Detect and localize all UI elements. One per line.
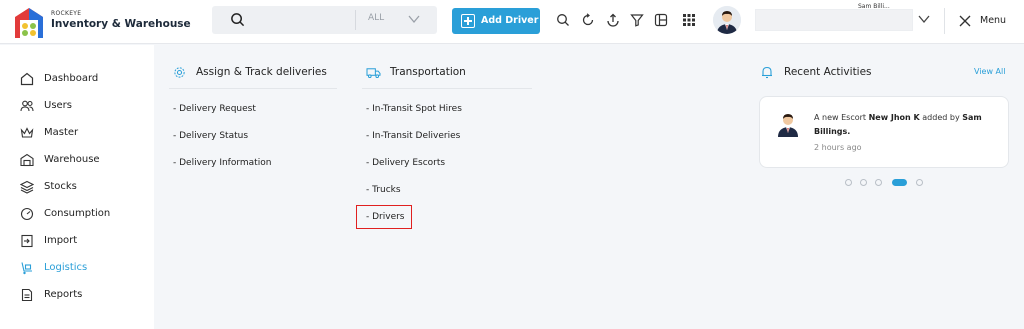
bell-icon bbox=[762, 66, 772, 79]
toolbar-divider bbox=[944, 8, 945, 34]
sidebar-item-label: Import bbox=[44, 235, 78, 246]
section-divider bbox=[169, 88, 337, 89]
sidebar-item-master[interactable]: Master bbox=[20, 124, 145, 142]
brand-product: Inventory & Warehouse bbox=[51, 18, 191, 30]
activity-text-middle: added by bbox=[919, 113, 963, 122]
warehouse-icon bbox=[20, 153, 34, 167]
add-driver-label: Add Driver bbox=[481, 15, 539, 26]
filter-icon[interactable] bbox=[630, 13, 644, 27]
grid-icon[interactable] bbox=[682, 13, 696, 27]
menu-link-delivery-information[interactable]: - Delivery Information bbox=[173, 158, 271, 168]
pager-dot[interactable] bbox=[916, 179, 923, 186]
pager-dot[interactable] bbox=[875, 179, 882, 186]
sidebar-item-label: Reports bbox=[44, 289, 83, 300]
sidebar-item-label: Master bbox=[44, 127, 79, 138]
pager-dot-active[interactable] bbox=[892, 179, 907, 186]
add-driver-button[interactable]: Add Driver bbox=[452, 8, 540, 34]
sidebar-item-consumption[interactable]: Consumption bbox=[20, 205, 145, 223]
section-divider bbox=[362, 88, 532, 89]
upload-icon[interactable] bbox=[606, 13, 620, 27]
sidebar-item-reports[interactable]: Reports bbox=[20, 286, 145, 304]
search-bar: ALL bbox=[212, 6, 437, 34]
rockeye-logo[interactable] bbox=[12, 5, 46, 39]
menu-link-in-transit-deliveries[interactable]: - In-Transit Deliveries bbox=[366, 131, 460, 141]
gauge-icon bbox=[20, 207, 34, 221]
activity-subject: New Jhon K bbox=[868, 113, 920, 122]
sidebar-item-label: Stocks bbox=[44, 181, 77, 192]
chevron-down-icon[interactable] bbox=[918, 14, 930, 24]
drivers-highlight-box bbox=[356, 205, 412, 229]
plus-icon bbox=[461, 14, 475, 28]
activity-text-prefix: A new Escort bbox=[814, 113, 869, 122]
report-icon bbox=[21, 288, 33, 302]
sidebar-item-label: Dashboard bbox=[44, 73, 99, 84]
brand-company: ROCKEYE bbox=[51, 10, 82, 17]
search-filter-select[interactable]: ALL bbox=[368, 13, 384, 23]
view-all-link[interactable]: View All bbox=[974, 67, 1005, 76]
activity-pager bbox=[845, 178, 935, 188]
truck-icon bbox=[366, 68, 381, 79]
menu-link-delivery-request[interactable]: - Delivery Request bbox=[173, 104, 256, 114]
table-icon[interactable] bbox=[654, 13, 668, 27]
stack-icon bbox=[20, 180, 34, 194]
sidebar-item-warehouse[interactable]: Warehouse bbox=[20, 151, 145, 169]
user-info-redacted bbox=[755, 9, 913, 31]
menu-button[interactable]: Menu bbox=[980, 15, 1006, 26]
sidebar-item-label: Users bbox=[44, 100, 73, 111]
logistics-icon bbox=[21, 262, 32, 275]
sidebar-item-dashboard[interactable]: Dashboard bbox=[20, 70, 145, 88]
section-title-transportation: Transportation bbox=[390, 66, 466, 78]
sidebar: Dashboard Users Master Warehouse Stocks … bbox=[0, 45, 154, 329]
search-divider bbox=[355, 10, 356, 30]
activity-timestamp: 2 hours ago bbox=[814, 143, 862, 152]
recent-activities-title: Recent Activities bbox=[784, 66, 872, 78]
sidebar-item-label: Logistics bbox=[44, 262, 88, 273]
home-icon bbox=[20, 72, 34, 86]
menu-link-in-transit-spot-hires[interactable]: - In-Transit Spot Hires bbox=[366, 104, 462, 114]
pager-dot[interactable] bbox=[845, 179, 852, 186]
sidebar-item-import[interactable]: Import bbox=[20, 232, 145, 250]
sidebar-item-stocks[interactable]: Stocks bbox=[20, 178, 145, 196]
crown-icon bbox=[20, 127, 34, 138]
import-icon bbox=[21, 234, 33, 248]
user-avatar[interactable] bbox=[713, 6, 741, 34]
top-bar: ROCKEYE Inventory & Warehouse ALL Add Dr… bbox=[0, 0, 1024, 44]
sidebar-item-logistics[interactable]: Logistics bbox=[20, 259, 145, 277]
search-icon[interactable] bbox=[230, 12, 245, 27]
user-avatar bbox=[778, 114, 798, 137]
sidebar-item-label: Warehouse bbox=[44, 154, 100, 165]
activity-message: A new Escort New Jhon K added by Sam Bil… bbox=[814, 111, 1004, 139]
menu-link-delivery-status[interactable]: - Delivery Status bbox=[173, 131, 248, 141]
menu-link-delivery-escorts[interactable]: - Delivery Escorts bbox=[366, 158, 445, 168]
users-icon bbox=[20, 100, 34, 112]
chevron-down-icon[interactable] bbox=[408, 14, 420, 24]
menu-link-trucks[interactable]: - Trucks bbox=[366, 185, 401, 195]
section-title-assign: Assign & Track deliveries bbox=[196, 66, 327, 78]
search-icon[interactable] bbox=[556, 13, 570, 27]
refresh-icon[interactable] bbox=[581, 13, 595, 27]
close-icon[interactable] bbox=[959, 15, 971, 27]
gear-icon bbox=[174, 67, 185, 78]
activity-card[interactable]: A new Escort New Jhon K added by Sam Bil… bbox=[759, 96, 1009, 168]
pager-dot[interactable] bbox=[860, 179, 867, 186]
sidebar-item-label: Consumption bbox=[44, 208, 111, 219]
sidebar-item-users[interactable]: Users bbox=[20, 97, 145, 115]
